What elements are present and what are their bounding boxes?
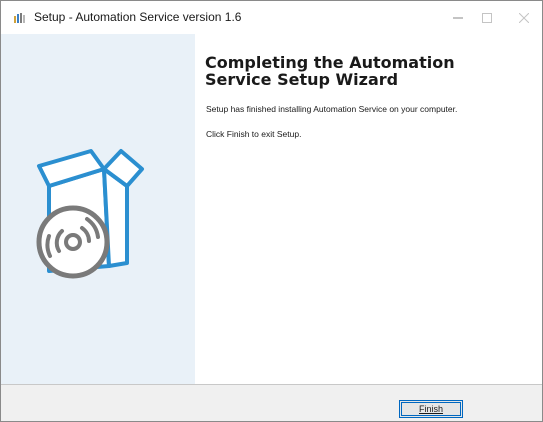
finished-message: Setup has finished installing Automation… <box>206 104 458 114</box>
close-icon[interactable] <box>504 1 543 34</box>
wizard-heading: Completing the Automation Service Setup … <box>205 53 455 89</box>
exit-instruction: Click Finish to exit Setup. <box>206 129 302 139</box>
finish-button-label: Finish <box>418 404 443 414</box>
maximize-icon[interactable] <box>467 1 507 34</box>
wizard-content: Completing the Automation Service Setup … <box>195 34 542 384</box>
software-box-cd-icon <box>36 149 144 279</box>
title-bar[interactable]: Setup - Automation Service version 1.6 <box>1 1 542 34</box>
finish-button[interactable]: Finish <box>399 400 463 418</box>
wizard-sidebar <box>1 34 195 384</box>
wizard-footer: Finish <box>1 384 542 421</box>
installer-app-icon <box>14 13 25 23</box>
setup-window: Setup - Automation Service version 1.6 C… <box>0 0 543 422</box>
window-title: Setup - Automation Service version 1.6 <box>34 10 242 24</box>
